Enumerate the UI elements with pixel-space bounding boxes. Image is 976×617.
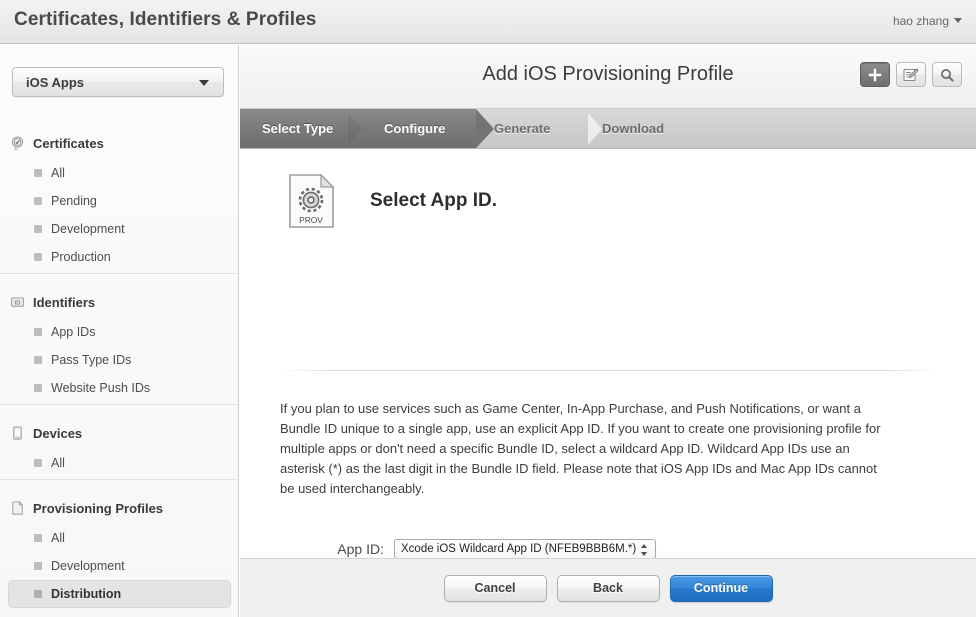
app-id-select[interactable]: Xcode iOS Wildcard App ID (NFEB9BBB6M.*)	[394, 539, 656, 559]
provisioning-profile-icon-label: PROV	[299, 215, 323, 225]
step-generate[interactable]: Generate	[494, 121, 550, 136]
cancel-button[interactable]: Cancel	[444, 575, 547, 602]
sidebar-group-title: Identifiers	[33, 295, 95, 310]
sidebar: iOS Apps Certificates	[0, 45, 239, 617]
page-title: Certificates, Identifiers & Profiles	[14, 9, 316, 31]
sidebar-group-title: Devices	[33, 426, 82, 441]
sidebar-item-profiles-distribution[interactable]: Distribution	[8, 580, 231, 608]
sidebar-item-label: All	[51, 456, 65, 470]
sidebar-item-label: Distribution	[51, 587, 121, 601]
main-toolbar	[860, 62, 962, 87]
app-id-label: App ID:	[240, 541, 394, 557]
sidebar-group-header-devices[interactable]: Devices	[0, 419, 239, 447]
sidebar-item-certificates-development[interactable]: Development	[8, 215, 231, 243]
wizard-steps: Select Type Configure Generate Download	[240, 109, 976, 149]
search-button[interactable]	[932, 62, 962, 87]
body-text: If you plan to use services such as Game…	[280, 399, 886, 499]
sidebar-group-title: Provisioning Profiles	[33, 501, 163, 516]
sidebar-item-label: Website Push IDs	[51, 381, 150, 395]
wizard-footer: Cancel Back Continue	[240, 558, 976, 617]
steps-active-arrow	[476, 109, 494, 148]
global-header: Certificates, Identifiers & Profiles hao…	[0, 0, 976, 44]
bullet-icon	[34, 356, 42, 364]
bullet-icon	[34, 459, 42, 467]
main-header: Add iOS Provisioning Profile	[240, 45, 976, 109]
bullet-icon	[34, 197, 42, 205]
step-download[interactable]: Download	[602, 121, 664, 136]
section-heading: Select App ID.	[370, 190, 497, 212]
user-menu-label: hao zhang	[893, 14, 949, 28]
main-panel: Add iOS Provisioning Profile	[240, 45, 976, 617]
app-id-field-row: App ID: Xcode iOS Wildcard App ID (NFEB9…	[240, 539, 976, 559]
bullet-icon	[34, 225, 42, 233]
id-badge-icon: ID	[10, 294, 25, 310]
main-content: PROV Select App ID. If you plan to use s…	[240, 149, 976, 559]
sidebar-group-certificates: Certificates All Pending Development Pro…	[0, 129, 239, 273]
sidebar-group-provisioning-profiles: Provisioning Profiles All Development Di…	[0, 479, 239, 610]
certificate-seal-icon	[10, 135, 25, 151]
sidebar-item-label: Pending	[51, 194, 97, 208]
sidebar-item-label: All	[51, 531, 65, 545]
sidebar-item-label: Production	[51, 250, 111, 264]
sidebar-item-label: All	[51, 166, 65, 180]
plus-icon	[868, 68, 882, 82]
sidebar-item-certificates-all[interactable]: All	[8, 159, 231, 187]
sidebar-item-label: Development	[51, 559, 125, 573]
sidebar-group-title: Certificates	[33, 136, 104, 151]
sidebar-item-devices-all[interactable]: All	[8, 449, 231, 477]
edit-button[interactable]	[896, 62, 926, 87]
sidebar-item-label: Development	[51, 222, 125, 236]
bullet-icon	[34, 253, 42, 261]
content-divider	[280, 370, 940, 371]
bullet-icon	[34, 169, 42, 177]
bullet-icon	[34, 562, 42, 570]
sidebar-group-header-identifiers[interactable]: ID Identifiers	[0, 288, 239, 316]
step-configure[interactable]: Configure	[384, 121, 445, 136]
chevron-down-icon	[954, 18, 962, 23]
sidebar-item-label: Pass Type IDs	[51, 353, 131, 367]
environment-select-value: iOS Apps	[26, 75, 84, 90]
chevron-down-icon	[199, 80, 209, 86]
sidebar-item-label: App IDs	[51, 325, 95, 339]
section-header: PROV Select App ID.	[288, 173, 497, 229]
edit-pencil-icon	[903, 68, 919, 82]
bullet-icon	[34, 328, 42, 336]
sidebar-group-header-certificates[interactable]: Certificates	[0, 129, 239, 157]
sidebar-item-app-ids[interactable]: App IDs	[8, 318, 231, 346]
bullet-icon	[34, 590, 42, 598]
provisioning-profile-icon: PROV	[288, 173, 335, 229]
updown-stepper-icon	[641, 544, 648, 557]
sidebar-item-pass-type-ids[interactable]: Pass Type IDs	[8, 346, 231, 374]
add-button[interactable]	[860, 62, 890, 87]
sidebar-item-website-push-ids[interactable]: Website Push IDs	[8, 374, 231, 402]
svg-text:ID: ID	[15, 300, 21, 306]
sidebar-item-profiles-development[interactable]: Development	[8, 552, 231, 580]
sidebar-group-identifiers: ID Identifiers App IDs Pass Type IDs Web…	[0, 273, 239, 404]
sidebar-item-certificates-pending[interactable]: Pending	[8, 187, 231, 215]
app-id-select-value: Xcode iOS Wildcard App ID (NFEB9BBB6M.*)	[401, 543, 636, 555]
bullet-icon	[34, 534, 42, 542]
step-separator-3	[588, 113, 602, 145]
search-icon	[940, 68, 954, 82]
sidebar-group-devices: Devices All	[0, 404, 239, 479]
step-separator-1	[348, 113, 362, 145]
page-root: Certificates, Identifiers & Profiles hao…	[0, 0, 976, 617]
sidebar-item-certificates-production[interactable]: Production	[8, 243, 231, 271]
continue-button[interactable]: Continue	[670, 575, 773, 602]
environment-select[interactable]: iOS Apps	[12, 67, 224, 97]
back-button[interactable]: Back	[557, 575, 660, 602]
step-select-type[interactable]: Select Type	[262, 121, 333, 136]
sidebar-nav: Certificates All Pending Development Pro…	[0, 115, 239, 610]
sidebar-group-header-provisioning-profiles[interactable]: Provisioning Profiles	[0, 494, 239, 522]
bullet-icon	[34, 384, 42, 392]
user-menu[interactable]: hao zhang	[893, 14, 962, 28]
device-phone-icon	[10, 425, 25, 441]
document-icon	[10, 500, 25, 516]
sidebar-item-profiles-all[interactable]: All	[8, 524, 231, 552]
